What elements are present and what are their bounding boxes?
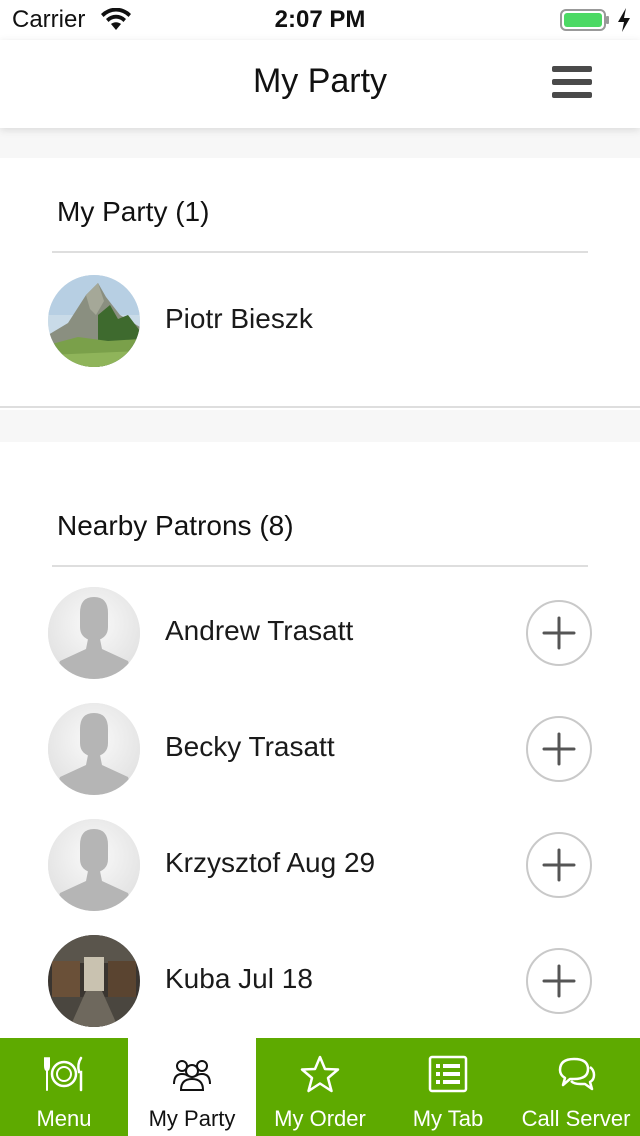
party-member-row[interactable]: Piotr Bieszk — [0, 263, 640, 379]
tab-call-server[interactable]: Call Server — [512, 1038, 640, 1136]
plus-icon — [542, 848, 576, 882]
section-gap-top — [0, 128, 640, 158]
tab-label: Call Server — [521, 1106, 631, 1131]
patron-name: Becky Trasatt — [165, 731, 335, 762]
default-person-icon — [48, 819, 140, 911]
section-bottom-border — [0, 406, 640, 408]
tab-label: My Party — [148, 1106, 236, 1131]
my-party-heading: My Party (1) — [57, 196, 210, 227]
add-to-party-button[interactable] — [526, 948, 592, 1014]
patron-name: Kuba Jul 18 — [165, 963, 313, 994]
chat-bubbles-icon — [558, 1057, 596, 1091]
add-to-party-button[interactable] — [526, 600, 592, 666]
status-bar: Carrier 2:07 PM — [0, 0, 640, 40]
tab-label: Menu — [36, 1106, 92, 1131]
patron-name: Andrew Trasatt — [165, 615, 354, 646]
patron-row[interactable]: Krzysztof Aug 29 — [0, 807, 640, 923]
patron-row[interactable]: Becky Trasatt — [0, 691, 640, 807]
avatar — [48, 819, 140, 911]
charging-bolt-icon — [618, 8, 630, 32]
tab-label: My Order — [274, 1106, 366, 1131]
battery-icon — [560, 9, 609, 31]
avatar — [48, 275, 140, 367]
patron-row[interactable]: Kuba Jul 18 — [0, 923, 640, 1039]
add-to-party-button[interactable] — [526, 716, 592, 782]
plus-icon — [542, 732, 576, 766]
avatar — [48, 587, 140, 679]
list-icon — [428, 1055, 468, 1093]
tab-menu[interactable]: Menu — [0, 1038, 128, 1136]
page-title: My Party — [252, 62, 388, 100]
tab-my-party[interactable]: My Party — [128, 1038, 256, 1136]
plus-icon — [542, 964, 576, 998]
patron-name: Krzysztof Aug 29 — [165, 847, 376, 878]
default-person-icon — [48, 703, 140, 795]
add-to-party-button[interactable] — [526, 832, 592, 898]
avatar — [48, 935, 140, 1027]
clock-label: 2:07 PM — [274, 6, 366, 33]
avatar — [48, 703, 140, 795]
plus-icon — [542, 616, 576, 650]
mountain-photo-icon — [48, 275, 140, 367]
my-party-section: My Party (1) Piotr Bieszk — [0, 158, 640, 408]
member-name: Piotr Bieszk — [165, 303, 313, 334]
stable-photo-icon — [48, 935, 140, 1027]
section-gap-middle — [0, 410, 640, 442]
tab-my-order[interactable]: My Order — [256, 1038, 384, 1136]
hamburger-icon[interactable] — [552, 66, 592, 102]
group-icon — [173, 1060, 211, 1091]
nearby-patrons-heading: Nearby Patrons (8) — [57, 510, 294, 541]
tab-my-tab[interactable]: My Tab — [384, 1038, 512, 1136]
nearby-patrons-section: Nearby Patrons (8) Andrew Trasatt Becky … — [0, 442, 640, 1038]
section-divider — [52, 251, 588, 253]
star-icon — [300, 1055, 340, 1093]
tab-bar: Menu My Party My Order My Tab Call Serve… — [0, 1038, 640, 1136]
patron-row[interactable]: Andrew Trasatt — [0, 575, 640, 691]
plate-cutlery-icon — [44, 1056, 83, 1092]
default-person-icon — [48, 587, 140, 679]
section-divider — [52, 565, 588, 567]
navigation-bar: My Party — [0, 40, 640, 128]
tab-label: My Tab — [412, 1106, 484, 1131]
